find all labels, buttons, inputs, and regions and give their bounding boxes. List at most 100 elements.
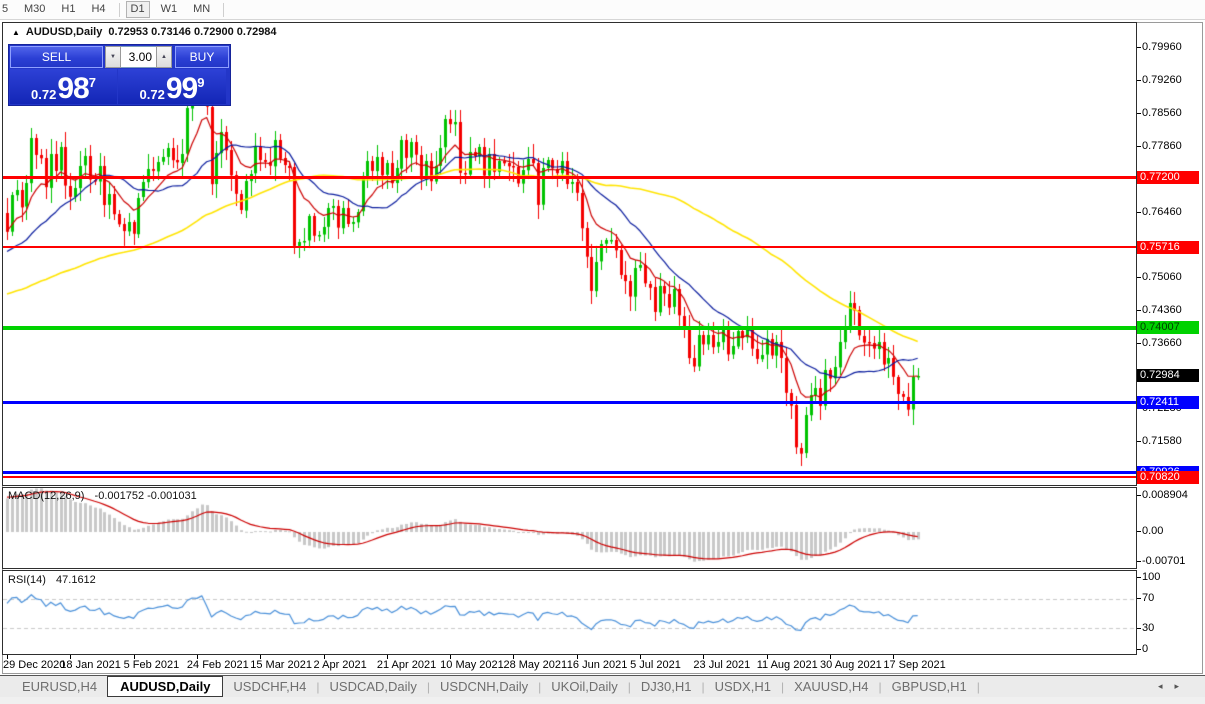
tab-scroll-left-icon[interactable]: ◂ (1158, 681, 1175, 691)
macd-axis-tick (1137, 495, 1141, 496)
horizontal-level-line (3, 176, 1136, 179)
volume-decrease-button[interactable]: ▼ (105, 46, 121, 68)
price-axis-tick (1137, 441, 1141, 442)
timeframe-button-mn[interactable]: MN (188, 1, 215, 18)
tab-xauusd-h4[interactable]: XAUUSD,H4 (784, 677, 878, 697)
tab-gbpusd-h1[interactable]: GBPUSD,H1 (882, 677, 977, 697)
tab-usdchf-h4[interactable]: USDCHF,H4 (223, 677, 316, 697)
date-axis-label: 17 Sep 2021 (883, 659, 945, 671)
toolbar-separator (119, 3, 120, 17)
tab-separator: | (977, 680, 980, 694)
price-axis-tick (1137, 277, 1141, 278)
tab-dj30-h1[interactable]: DJ30,H1 (631, 677, 702, 697)
trade-panel-collapse-icon[interactable]: ▲ (12, 28, 20, 37)
buy-price-pip: 9 (197, 76, 204, 89)
date-axis-label: 11 Aug 2021 (757, 659, 818, 671)
horizontal-level-line (3, 471, 1136, 474)
price-axis-label: 0.76460 (1142, 206, 1182, 218)
horizontal-level-line (3, 246, 1136, 248)
date-axis-label: 23 Jul 2021 (693, 659, 750, 671)
toolbar-separator (223, 3, 224, 17)
horizontal-level-price-label: 0.72411 (1137, 396, 1199, 409)
tab-audusd-daily[interactable]: AUDUSD,Daily (107, 676, 223, 697)
status-strip (0, 697, 1205, 704)
horizontal-level-price-label: 0.74007 (1137, 321, 1199, 334)
sell-price-big: 98 (57, 76, 88, 102)
horizontal-level-price-label: 0.70820 (1137, 471, 1199, 484)
timeframe-button-5[interactable]: 5 (0, 1, 12, 18)
horizontal-level-price-label: 0.77200 (1137, 171, 1199, 184)
price-axis-label: 0.73660 (1142, 337, 1182, 349)
chart-symbol-label: AUDUSD,Daily (26, 26, 102, 38)
date-axis-label: 15 Mar 2021 (250, 659, 312, 671)
macd-axis-label: -0.00701 (1142, 555, 1185, 567)
price-axis-tick (1137, 47, 1141, 48)
volume-spinner: ▼ 3.00 ▲ (103, 46, 174, 68)
price-axis-label: 0.74360 (1142, 304, 1182, 316)
date-axis-label: 5 Feb 2021 (124, 659, 180, 671)
timeframe-button-h1[interactable]: H1 (56, 1, 80, 18)
date-axis-label: 29 Dec 2020 (3, 659, 65, 671)
price-axis-label: 0.79260 (1142, 74, 1182, 86)
date-axis-label: 18 Jan 2021 (60, 659, 121, 671)
sell-button[interactable]: SELL (10, 46, 103, 68)
price-axis-label: 0.78560 (1142, 107, 1182, 119)
timeframe-button-w1[interactable]: W1 (156, 1, 183, 18)
price-chart-canvas[interactable] (3, 23, 1136, 655)
rsi-axis-tick (1137, 649, 1141, 650)
tab-usdx-h1[interactable]: USDX,H1 (705, 677, 781, 697)
chart-ohlc-values: 0.72953 0.73146 0.72900 0.72984 (108, 26, 276, 38)
timeframe-button-h4[interactable]: H4 (86, 1, 110, 18)
price-axis-label: 0.77860 (1142, 140, 1182, 152)
current-price-label: 0.72984 (1137, 369, 1199, 382)
horizontal-level-line (3, 401, 1136, 404)
macd-indicator-values: -0.001752 -0.001031 (95, 490, 197, 502)
date-axis-label: 24 Feb 2021 (187, 659, 249, 671)
sell-price-display[interactable]: 0.72 98 7 (10, 69, 117, 104)
price-axis-tick (1137, 80, 1141, 81)
timeframe-button-d1[interactable]: D1 (126, 1, 150, 18)
tab-scroll-right-icon[interactable]: ▸ (1174, 681, 1191, 691)
timeframe-button-m30[interactable]: M30 (19, 1, 50, 18)
date-axis-label: 2 Apr 2021 (314, 659, 367, 671)
rsi-axis-tick (1137, 598, 1141, 599)
tab-usdcnh-daily[interactable]: USDCNH,Daily (430, 677, 538, 697)
rsi-axis-label: 70 (1142, 592, 1154, 604)
rsi-indicator-label: RSI(14) 47.1612 (8, 574, 96, 586)
price-axis-tick (1137, 113, 1141, 114)
tab-usdcad-daily[interactable]: USDCAD,Daily (320, 677, 427, 697)
price-axis-tick (1137, 212, 1141, 213)
buy-price-big: 99 (166, 76, 197, 102)
rsi-axis-label: 0 (1142, 643, 1148, 655)
date-axis-label: 16 Jun 2021 (567, 659, 628, 671)
timeframe-toolbar: 5 M30 H1 H4 D1 W1 MN (0, 0, 1205, 20)
buy-price-display[interactable]: 0.72 99 9 (118, 69, 226, 104)
tab-eurusd-h4[interactable]: EURUSD,H4 (12, 677, 107, 697)
chart-tab-bar: EURUSD,H4AUDUSD,DailyUSDCHF,H4 | USDCAD,Da… (0, 675, 1205, 697)
rsi-axis-tick (1137, 577, 1141, 578)
tab-scroll-arrows[interactable]: ◂▸ (1158, 681, 1191, 692)
sell-price-pip: 7 (89, 76, 96, 89)
volume-increase-button[interactable]: ▲ (156, 46, 172, 68)
macd-axis-tick (1137, 531, 1141, 532)
volume-field[interactable]: 3.00 (121, 46, 156, 68)
horizontal-level-line (3, 476, 1136, 478)
chart-title: ▲ AUDUSD,Daily 0.72953 0.73146 0.72900 0… (12, 26, 277, 38)
date-axis-label: 10 May 2021 (440, 659, 504, 671)
price-axis-label: 0.79960 (1142, 41, 1182, 53)
macd-axis-label: 0.008904 (1142, 489, 1188, 501)
macd-indicator-label: MACD(12,26,9) -0.001752 -0.001031 (8, 490, 197, 502)
price-axis-tick (1137, 146, 1141, 147)
date-axis-label: 5 Jul 2021 (630, 659, 681, 671)
buy-price-prefix: 0.72 (140, 87, 165, 102)
price-axis-label: 0.75060 (1142, 271, 1182, 283)
rsi-indicator-value: 47.1612 (56, 574, 96, 586)
macd-axis-label: 0.00 (1142, 525, 1163, 537)
horizontal-level-line (3, 326, 1136, 330)
macd-axis-tick (1137, 561, 1141, 562)
buy-button[interactable]: BUY (175, 46, 229, 68)
price-axis-tick (1137, 310, 1141, 311)
price-axis-label: 0.71580 (1142, 435, 1182, 447)
rsi-axis-tick (1137, 628, 1141, 629)
tab-ukoil-daily[interactable]: UKOil,Daily (541, 677, 627, 697)
